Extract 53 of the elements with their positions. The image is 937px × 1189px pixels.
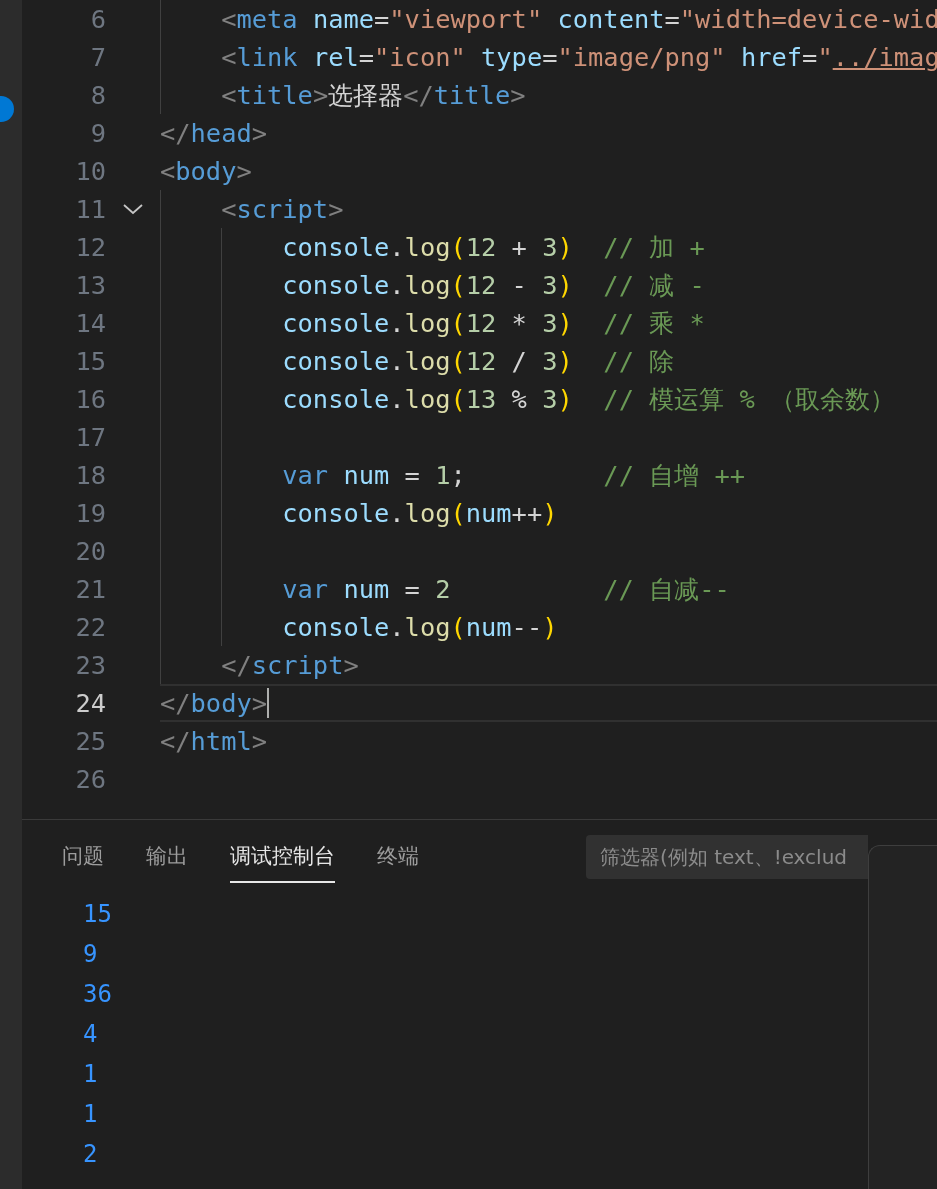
console-output: 1 — [83, 1059, 98, 1090]
code-line: </body> — [160, 687, 268, 720]
line-number: 18 — [75, 459, 106, 492]
line-number: 10 — [75, 155, 106, 188]
line-number: 7 — [90, 41, 106, 74]
code-line: console.log(12 * 3) // 乘 * — [281, 307, 705, 340]
code-line: <meta name="viewport" content="width=device-wid — [220, 3, 937, 36]
console-output: 15 — [83, 899, 112, 930]
line-number: 21 — [75, 573, 106, 606]
line-number: 12 — [75, 231, 106, 264]
panel-tab[interactable]: 调试控制台 — [230, 831, 335, 883]
code-line: console.log(12 / 3) // 除 — [281, 345, 675, 378]
line-number: 9 — [90, 117, 106, 150]
console-output: 36 — [83, 979, 112, 1010]
code-line: </script> — [220, 649, 359, 682]
line-number: 13 — [75, 269, 106, 302]
chevron-down-icon[interactable] — [122, 202, 144, 216]
code-line: console.log(num--) — [281, 611, 558, 644]
line-number: 23 — [75, 649, 106, 682]
line-number: 14 — [75, 307, 106, 340]
code-line: console.log(num++) — [281, 497, 558, 530]
line-number: 15 — [75, 345, 106, 378]
line-number: 11 — [75, 193, 106, 226]
line-number: 16 — [75, 383, 106, 416]
code-line: var num = 1; // 自增 ++ — [281, 459, 746, 492]
line-number: 24 — [75, 687, 106, 720]
code-line: console.log(13 % 3) // 模运算 % （取余数） — [281, 383, 896, 416]
line-number: 22 — [75, 611, 106, 644]
code-line: </head> — [160, 117, 268, 150]
code-line: console.log(12 + 3) // 加 + — [281, 231, 705, 264]
console-output: 1 — [83, 1099, 98, 1130]
line-number: 8 — [90, 79, 106, 112]
console-output: 9 — [83, 939, 98, 970]
code-line: <body> — [160, 155, 252, 188]
line-number: 17 — [75, 421, 106, 454]
console-output: 4 — [83, 1019, 98, 1050]
line-number: 26 — [75, 763, 106, 796]
code-line: var num = 2 // 自减-- — [281, 573, 730, 606]
line-number: 20 — [75, 535, 106, 568]
code-line: console.log(12 - 3) // 减 - — [281, 269, 705, 302]
panel-tab[interactable]: 终端 — [377, 831, 419, 883]
text-cursor — [267, 688, 270, 718]
code-line: <title>选择器</title> — [220, 79, 526, 112]
code-line: <script> — [220, 193, 344, 226]
line-number: 19 — [75, 497, 106, 530]
code-line: </html> — [160, 725, 268, 758]
console-output: 2 — [83, 1139, 98, 1170]
code-line: <link rel="icon" type="image/png" href="../imag — [220, 41, 937, 74]
panel-tab[interactable]: 输出 — [146, 831, 188, 883]
panel-tab[interactable]: 问题 — [62, 831, 104, 883]
filter-field[interactable]: 筛选器(例如 text、!exclud — [586, 835, 868, 879]
line-number: 6 — [90, 3, 106, 36]
line-number: 25 — [75, 725, 106, 758]
